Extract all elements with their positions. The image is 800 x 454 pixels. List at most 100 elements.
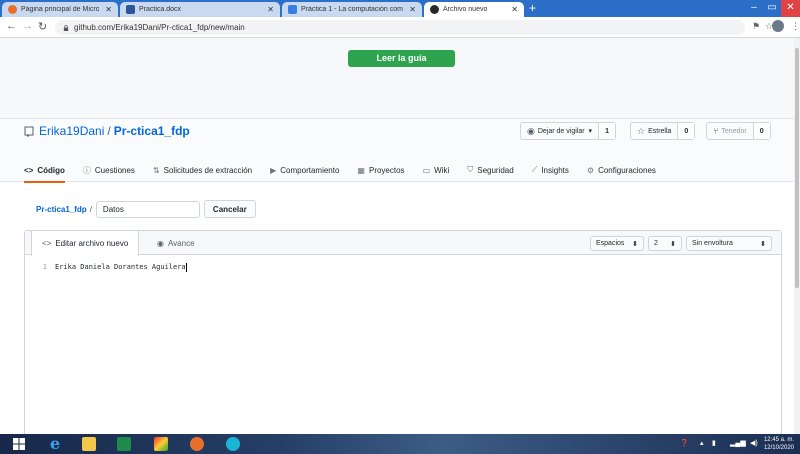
file-editor: <> Editar archivo nuevo ◉ Avance Espacio…	[24, 230, 782, 440]
select-arrows-icon: ⬍	[760, 240, 766, 248]
repo-nav: <> Código ⓘ Cuestiones ⇅ Solicitudes de ext…	[24, 158, 674, 183]
pull-request-icon: ⇅	[152, 165, 160, 175]
tab-preview[interactable]: ◉ Avance	[147, 231, 205, 256]
gear-icon: ⚙	[586, 165, 595, 175]
close-tab-icon[interactable]: ✕	[511, 5, 518, 14]
repo-icon	[24, 126, 34, 137]
maximize-icon[interactable]: ▭	[763, 0, 781, 17]
select-arrows-icon: ⬍	[632, 240, 638, 248]
tab-settings[interactable]: ⚙ Configuraciones	[587, 158, 656, 182]
indent-mode-select[interactable]: Espacios ⬍	[590, 236, 644, 251]
lock-icon	[63, 24, 69, 31]
minimize-icon[interactable]: –	[745, 0, 763, 17]
close-tab-icon[interactable]: ✕	[105, 5, 112, 14]
code-icon: <>	[24, 165, 34, 175]
browser-tab-1[interactable]: Página principal de Microsoft Of ✕	[2, 2, 118, 17]
tab-code[interactable]: <> Código	[24, 158, 65, 183]
repo-title: Erika19Dani / Pr-ctica1_fdp	[24, 124, 190, 138]
repo-header: Erika19Dani / Pr-ctica1_fdp ◉ Dejar de vi…	[0, 119, 800, 183]
tab-pull-requests[interactable]: ⇅ Solicitudes de extracción	[153, 158, 252, 182]
close-window-icon[interactable]: ✕	[781, 0, 800, 17]
tab-insights[interactable]: ⟋ Insights	[532, 158, 569, 182]
code-text[interactable]: Erika Daniela Dorantes Aguilera	[55, 263, 186, 272]
media-icon[interactable]	[154, 437, 168, 451]
back-icon[interactable]: ←	[6, 20, 17, 32]
star-icon: ☆	[637, 125, 646, 136]
text-cursor	[185, 263, 187, 272]
graph-icon: ⟋	[531, 165, 538, 174]
tab-issues[interactable]: ⓘ Cuestiones	[83, 158, 135, 182]
cancel-button[interactable]: Cancelar	[203, 200, 256, 218]
tab-wiki[interactable]: ▭ Wiki	[423, 158, 450, 182]
chevron-down-icon: ▾	[588, 128, 593, 135]
office-icon	[8, 5, 17, 14]
indent-size-select[interactable]: 2 ⬍	[648, 236, 682, 251]
network-icon[interactable]: ▮	[712, 439, 716, 447]
taskbar-clock[interactable]: 12:45 a. m. 12/10/2020	[764, 436, 794, 452]
tab-actions[interactable]: ▶ Comportamiento	[270, 158, 339, 182]
star-count[interactable]: 0	[677, 123, 695, 139]
issue-icon: ⓘ	[82, 165, 91, 175]
star-button[interactable]: ☆ Estrella 0	[630, 122, 696, 140]
book-icon: ▭	[422, 165, 431, 175]
close-tab-icon[interactable]: ✕	[409, 5, 416, 14]
watch-count[interactable]: 1	[598, 123, 615, 139]
breadcrumb-separator: /	[89, 204, 92, 214]
tab-security[interactable]: ⛉ Seguridad	[467, 158, 513, 182]
reload-icon[interactable]: ↻	[38, 20, 47, 33]
translate-icon[interactable]: ⚑	[752, 21, 760, 32]
fork-count[interactable]: 0	[752, 123, 770, 139]
scrollbar-thumb[interactable]	[795, 48, 799, 288]
office-taskbar-icon[interactable]	[190, 437, 204, 451]
address-bar[interactable]: github.com/Erika19Dani/Pr-ctica1_fdp/new…	[55, 20, 745, 35]
menu-dots-icon[interactable]: ⋮	[791, 21, 800, 32]
browser-tab-3[interactable]: Práctica 1 - La computación com ✕	[282, 2, 422, 17]
signal-icon[interactable]: ▂▄▆	[730, 439, 746, 447]
code-line[interactable]: 1 Erika Daniela Dorantes Aguilera	[25, 263, 187, 272]
play-icon: ▶	[270, 165, 277, 175]
word-icon	[126, 5, 135, 14]
help-icon[interactable]: ❓	[680, 439, 689, 447]
browser-tab-4[interactable]: Archivo nuevo ✕	[424, 2, 524, 17]
read-guide-button[interactable]: Leer la guía	[348, 50, 455, 67]
breadcrumb-repo-link[interactable]: Pr-ctica1_fdp	[36, 205, 87, 214]
wrap-mode-select[interactable]: Sin envoltura ⬍	[686, 236, 772, 251]
project-icon: ▦	[357, 165, 365, 175]
fork-icon: ⑂	[713, 126, 719, 136]
line-number: 1	[42, 263, 47, 271]
github-icon	[430, 5, 439, 14]
store-icon[interactable]	[117, 437, 131, 451]
intro-banner: Leer la guía	[0, 38, 800, 119]
edge-icon[interactable]	[226, 437, 240, 451]
volume-icon[interactable]: ◀)	[750, 439, 758, 447]
repo-name-link[interactable]: Pr-ctica1_fdp	[114, 124, 190, 138]
windows-start-icon[interactable]	[12, 437, 26, 451]
filename-input[interactable]	[95, 200, 200, 218]
editor-header: <> Editar archivo nuevo ◉ Avance Espacio…	[25, 231, 781, 256]
eye-icon: ◉	[527, 125, 535, 136]
repo-separator: /	[107, 124, 111, 138]
browser-tab-bar: Página principal de Microsoft Of ✕ Pract…	[0, 0, 800, 17]
url-text: github.com/Erika19Dani/Pr-ctica1_fdp/new…	[74, 23, 245, 32]
tab-projects[interactable]: ▦ Proyectos	[357, 158, 404, 182]
page-scrollbar[interactable]	[794, 38, 800, 434]
new-tab-icon[interactable]: +	[529, 2, 536, 15]
shield-icon: ⛉	[467, 165, 474, 174]
tray-chevron-icon[interactable]: ▴	[700, 439, 704, 447]
tab-edit-new-file[interactable]: <> Editar archivo nuevo	[31, 231, 140, 256]
file-explorer-icon[interactable]	[82, 437, 96, 451]
eye-icon: ◉	[157, 239, 164, 248]
fork-button[interactable]: ⑂ Tenedor 0	[706, 122, 771, 140]
profile-avatar[interactable]	[772, 20, 784, 32]
browser-tab-2[interactable]: Practica.docx ✕	[120, 2, 280, 17]
internet-explorer-icon[interactable]: e	[50, 436, 64, 452]
close-tab-icon[interactable]: ✕	[267, 5, 274, 14]
address-bar-row: ← → ↻ github.com/Erika19Dani/Pr-ctica1_f…	[0, 17, 800, 38]
watch-button[interactable]: ◉ Dejar de vigilar ▾ 1	[520, 122, 616, 140]
windows-taskbar: e ❓ ▴ ▮ ▂▄▆ ◀) 12:45 a. m. 12/10/2020	[0, 434, 800, 454]
forward-icon[interactable]: →	[22, 20, 33, 32]
select-arrows-icon: ⬍	[670, 240, 676, 248]
repo-owner-link[interactable]: Erika19Dani	[39, 124, 104, 138]
document-icon	[288, 5, 297, 14]
filename-row: Pr-ctica1_fdp / Cancelar	[36, 200, 256, 218]
